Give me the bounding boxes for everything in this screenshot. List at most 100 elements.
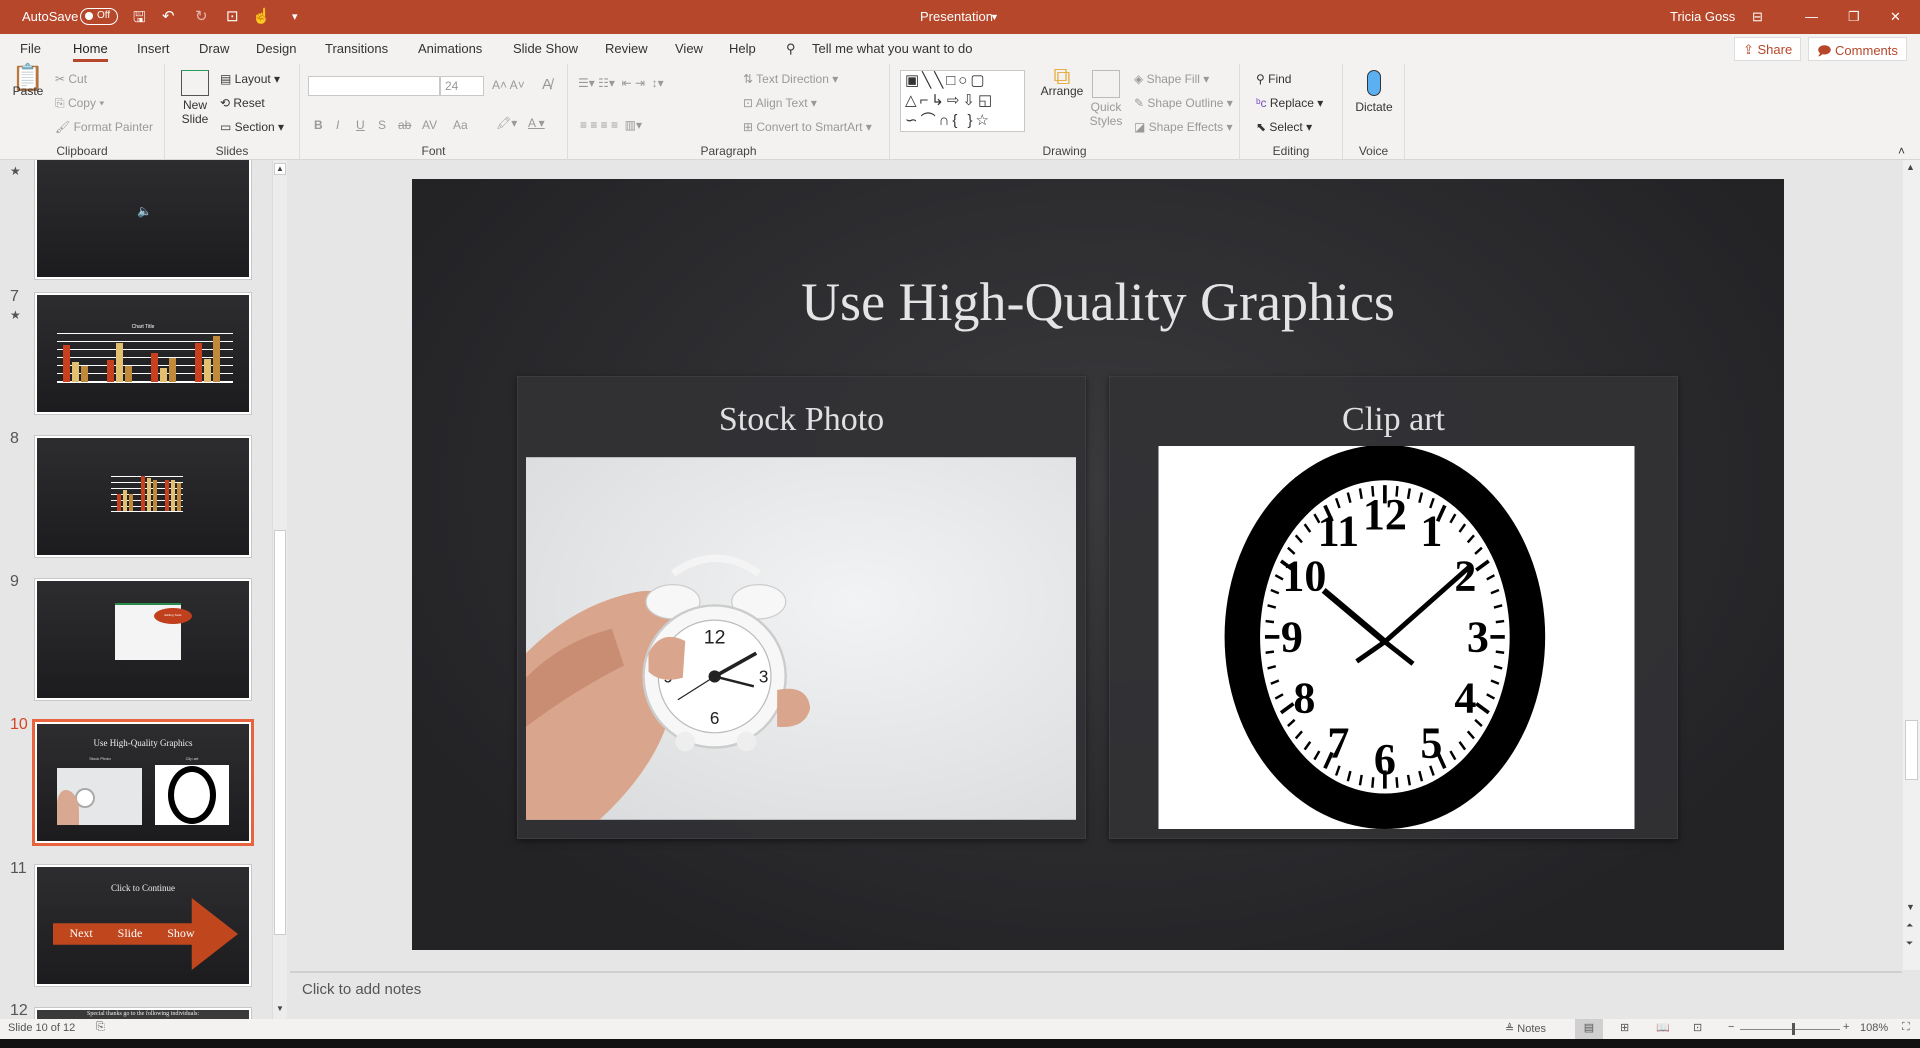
save-icon[interactable]: 🖫 <box>133 7 146 32</box>
comments-button[interactable]: 🗩 Comments <box>1808 37 1907 61</box>
shape-effects-button[interactable]: ◪ Shape Effects ▾ <box>1134 120 1233 134</box>
highlight-icon[interactable]: 🖍▾ <box>496 116 517 130</box>
quick-styles-button[interactable]: Quick Styles <box>1086 70 1126 128</box>
scrollbar-thumb[interactable] <box>274 530 286 935</box>
autosave-toggle[interactable]: Off <box>80 8 118 25</box>
shapes-gallery[interactable]: ▣╲╲□○▢ △⌐↳⇨⇩◱ ∽⌒∩{ }☆ <box>900 70 1025 132</box>
close-icon[interactable]: ✕ <box>1890 9 1901 25</box>
slide-sorter-icon[interactable]: ⊞ <box>1620 1021 1629 1034</box>
ribbon-display-icon[interactable]: ⊟ <box>1752 9 1763 25</box>
text-direction-button[interactable]: ⇅ Text Direction ▾ <box>743 72 838 86</box>
replace-button[interactable]: ᵇc Replace ▾ <box>1256 96 1323 110</box>
convert-smartart-button[interactable]: ⊞ Convert to SmartArt ▾ <box>743 120 872 134</box>
dictate-button[interactable]: Dictate <box>1351 70 1397 114</box>
format-painter-button[interactable]: 🖌 Format Painter <box>55 120 153 134</box>
character-spacing-button[interactable]: AV <box>422 118 437 132</box>
zoom-out-icon[interactable]: − <box>1728 1021 1734 1033</box>
zoom-slider-thumb[interactable] <box>1792 1023 1795 1035</box>
chevron-down-icon[interactable]: ▼ <box>990 12 999 22</box>
user-name[interactable]: Tricia Goss <box>1670 9 1735 24</box>
zoom-in-icon[interactable]: + <box>1843 1021 1849 1033</box>
zoom-slider[interactable] <box>1740 1023 1840 1035</box>
minimize-icon[interactable]: — <box>1805 9 1818 24</box>
tab-home[interactable]: Home <box>73 41 108 62</box>
zoom-level[interactable]: 108% <box>1860 1022 1888 1034</box>
stock-photo-panel[interactable]: Stock Photo 12 3 6 9 <box>517 376 1086 839</box>
redo-icon[interactable]: ↻ <box>195 7 208 25</box>
slide-thumbnail-8[interactable] <box>35 436 251 557</box>
bullets-icon[interactable]: ☰▾ ☷▾ ⇤ ⇥ ↕▾ <box>578 76 664 90</box>
stock-photo-heading[interactable]: Stock Photo <box>518 401 1085 439</box>
section-button[interactable]: ▭ Section ▾ <box>220 120 284 134</box>
notes-button[interactable]: ≜ Notes <box>1505 1022 1546 1035</box>
fit-to-window-icon[interactable]: ⛶ <box>1902 1021 1910 1034</box>
stock-photo-image[interactable]: 12 3 6 9 <box>526 457 1076 820</box>
tab-review[interactable]: Review <box>605 41 648 56</box>
slide-thumbnail-6[interactable]: 🔈 <box>35 160 251 279</box>
slide-scrollbar[interactable]: ▲ ▼ ⏶ ⏷ <box>1903 160 1920 970</box>
tab-file[interactable]: File <box>20 41 41 56</box>
slide-thumbnail-9[interactable]: Editing Tools <box>35 579 251 700</box>
shadow-button[interactable]: S <box>378 118 386 132</box>
align-text-button[interactable]: ⊡ Align Text ▾ <box>743 96 817 110</box>
normal-view-icon[interactable]: ▤ <box>1575 1019 1603 1039</box>
reading-view-icon[interactable]: 📖 <box>1656 1021 1670 1034</box>
collapse-ribbon-icon[interactable]: ˄ <box>1898 144 1905 158</box>
shape-outline-button[interactable]: ✎ Shape Outline ▾ <box>1134 96 1233 110</box>
select-button[interactable]: ⬉ Select ▾ <box>1256 120 1312 134</box>
tab-insert[interactable]: Insert <box>137 41 170 56</box>
thumbnail-scrollbar[interactable]: ▲ ▼ <box>272 160 287 1019</box>
maximize-icon[interactable]: ❐ <box>1848 9 1860 25</box>
copy-button[interactable]: ⎘ Copy ▾ <box>55 96 104 111</box>
paste-button[interactable]: 📋 Paste <box>10 64 46 98</box>
start-slideshow-icon[interactable]: ⊡ <box>226 7 239 25</box>
current-slide[interactable]: Use High-Quality Graphics Stock Photo 12… <box>412 179 1784 950</box>
clip-art-heading[interactable]: Clip art <box>1110 401 1677 439</box>
change-case-button[interactable]: Aa <box>453 118 468 132</box>
font-color-icon[interactable]: A ▾ <box>528 116 545 130</box>
notes-pane[interactable]: Click to add notes <box>290 971 1902 1019</box>
scroll-down-icon[interactable]: ▼ <box>1906 902 1915 912</box>
tab-view[interactable]: View <box>675 41 703 56</box>
scrollbar-thumb[interactable] <box>1905 720 1918 780</box>
document-title[interactable]: Presentation <box>920 9 993 24</box>
underline-button[interactable]: U <box>356 118 365 132</box>
new-slide-button[interactable]: New Slide <box>175 70 215 126</box>
slide-thumbnail-11[interactable]: Click to Continue Next Slide Show <box>35 865 251 986</box>
italic-button[interactable]: I <box>336 118 339 132</box>
tab-help[interactable]: Help <box>729 41 756 56</box>
font-size-select[interactable]: 24 <box>440 76 484 96</box>
slide-thumbnail-7[interactable]: Chart Title <box>35 293 251 414</box>
grow-font-icon[interactable]: A˄ A˅ <box>492 78 525 92</box>
cut-button[interactable]: ✂ Cut <box>55 72 87 86</box>
tab-transitions[interactable]: Transitions <box>325 41 388 56</box>
scroll-up-icon[interactable]: ▲ <box>1906 162 1915 172</box>
tab-draw[interactable]: Draw <box>199 41 229 56</box>
scroll-down-icon[interactable]: ▼ <box>274 1004 286 1016</box>
accessibility-icon[interactable]: ⎘ <box>96 1021 105 1034</box>
arrange-button[interactable]: ⧉ Arrange <box>1040 65 1084 99</box>
slideshow-view-icon[interactable]: ⊡ <box>1693 1021 1702 1034</box>
tab-slide-show[interactable]: Slide Show <box>513 41 578 56</box>
slide-title[interactable]: Use High-Quality Graphics <box>412 271 1784 333</box>
reset-button[interactable]: ⟲ Reset <box>220 96 265 110</box>
scroll-up-icon[interactable]: ▲ <box>274 163 286 175</box>
layout-button[interactable]: ▤ Layout ▾ <box>220 72 280 86</box>
tab-design[interactable]: Design <box>256 41 296 56</box>
slide-thumbnail-10[interactable]: Use High-Quality Graphics Stock Photo Cl… <box>35 722 251 843</box>
undo-icon[interactable]: ↶ <box>162 7 175 25</box>
clip-art-panel[interactable]: Clip art 12 1 2 3 4 5 6 7 8 9 10 11 <box>1109 376 1678 839</box>
clear-formatting-icon[interactable]: A̸ <box>542 76 552 93</box>
slide-thumbnail-12[interactable]: Special thanks go to the following indiv… <box>35 1008 251 1019</box>
share-button[interactable]: ⇪ Share <box>1734 37 1802 61</box>
tab-animations[interactable]: Animations <box>418 41 482 56</box>
previous-slide-icon[interactable]: ⏶ <box>1906 920 1913 931</box>
touch-mode-icon[interactable]: ☝ <box>252 7 271 25</box>
strikethrough-button[interactable]: ab <box>398 118 411 132</box>
next-slide-icon[interactable]: ⏷ <box>1906 938 1913 949</box>
shape-fill-button[interactable]: ◈ Shape Fill ▾ <box>1134 72 1209 86</box>
clip-art-clock-image[interactable]: 12 1234567891011 <box>1158 446 1635 829</box>
notes-placeholder[interactable]: Click to add notes <box>302 981 421 998</box>
tell-me-input[interactable]: Tell me what you want to do <box>812 41 972 56</box>
align-icons[interactable]: ≡ ≡ ≡ ≡ ▥▾ <box>580 118 642 132</box>
